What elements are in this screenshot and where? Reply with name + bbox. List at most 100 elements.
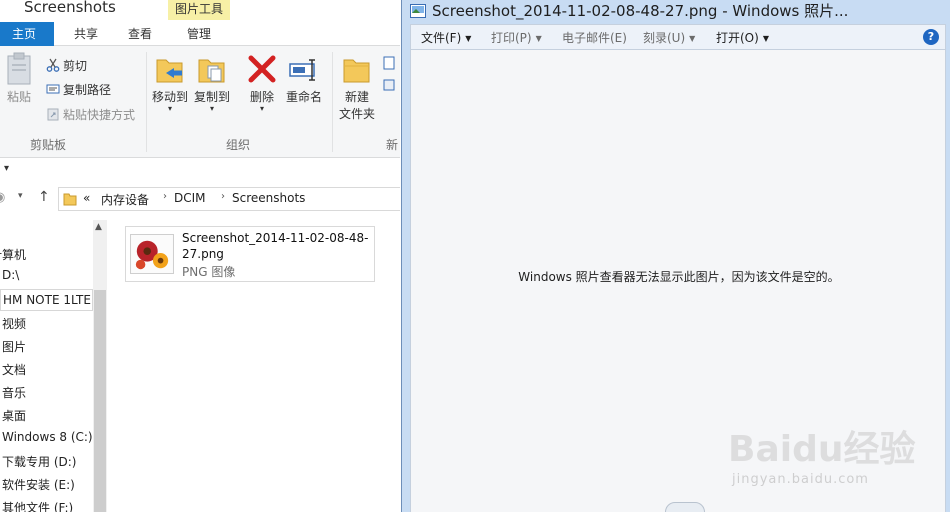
breadcrumb-separator-icon[interactable]: › xyxy=(163,191,167,202)
chevron-down-icon: ▼ xyxy=(689,34,696,43)
scrollbar-thumb[interactable] xyxy=(94,290,106,512)
copy-to-button[interactable]: 复制到 ▾ xyxy=(192,52,232,113)
move-to-button[interactable]: 移动到 ▾ xyxy=(150,52,190,113)
folder-icon xyxy=(63,193,77,206)
file-item[interactable]: Screenshot_2014-11-02-08-48-27.png PNG 图… xyxy=(125,226,375,282)
tab-manage[interactable]: 管理 xyxy=(168,22,230,46)
watermark-brand: Baidu经验 xyxy=(728,429,916,470)
rename-icon xyxy=(289,59,315,81)
nav-item-computer[interactable]: 计算机 xyxy=(0,246,26,263)
ribbon-divider xyxy=(332,52,333,152)
delete-button[interactable]: 删除 ▾ xyxy=(246,52,278,113)
clipboard-group-label: 剪贴板 xyxy=(30,138,67,152)
chevron-down-icon: ▼ xyxy=(762,34,769,43)
up-arrow-icon[interactable]: ↑ xyxy=(38,189,50,205)
nav-scrollbar[interactable]: ▲ xyxy=(93,220,107,512)
new-folder-button[interactable]: 新建 文件夹 xyxy=(336,52,378,122)
menu-print[interactable]: 打印(P) ▼ xyxy=(491,29,542,46)
copy-path-icon xyxy=(46,82,60,96)
menu-burn-label: 刻录(U) xyxy=(643,31,686,45)
cut-label: 剪切 xyxy=(63,59,88,73)
recent-dropdown-icon[interactable]: ▾ xyxy=(18,191,23,201)
nav-item-documents[interactable]: 文档 xyxy=(2,361,26,378)
menu-open[interactable]: 打开(O) ▼ xyxy=(716,29,769,46)
cut-button[interactable]: 剪切 xyxy=(46,56,87,76)
file-explorer-window: Screenshots 图片工具 主页 共享 查看 管理 粘贴 剪切 复制路径 xyxy=(0,0,400,512)
copy-to-folder-icon xyxy=(198,59,225,83)
new-item-button[interactable] xyxy=(382,54,399,74)
help-icon[interactable]: ? xyxy=(923,29,939,45)
chevron-down-icon: ▾ xyxy=(167,104,172,113)
paste-button[interactable]: 粘贴 xyxy=(4,52,34,105)
viewer-playback-control[interactable] xyxy=(665,502,705,512)
breadcrumb-memory-device[interactable]: 内存设备 xyxy=(101,191,149,208)
paste-label: 粘贴 xyxy=(6,90,31,104)
ribbon-expand-toggle[interactable]: ▾ xyxy=(0,160,400,180)
file-name: Screenshot_2014-11-02-08-48-27.png xyxy=(182,231,369,261)
chevron-down-icon: ▼ xyxy=(535,34,542,43)
chevron-down-icon: ▾ xyxy=(4,163,10,174)
copy-to-label: 复制到 xyxy=(193,90,230,104)
menu-open-label: 打开(O) xyxy=(716,31,759,45)
tab-home[interactable]: 主页 xyxy=(0,22,54,46)
copy-path-button[interactable]: 复制路径 xyxy=(46,80,111,100)
organize-group-label: 组织 xyxy=(226,138,251,152)
picture-tools-contextual-tab[interactable]: 图片工具 xyxy=(168,0,230,20)
nav-item-d-drive[interactable]: D:\ xyxy=(2,268,19,282)
copy-path-label: 复制路径 xyxy=(63,83,112,97)
move-to-label: 移动到 xyxy=(151,90,188,104)
nav-item-other-f[interactable]: 其他文件 (F:) xyxy=(2,499,73,512)
breadcrumb-dcim[interactable]: DCIM xyxy=(174,191,206,205)
viewer-title: Screenshot_2014-11-02-08-48-27.png - Win… xyxy=(432,2,849,20)
scroll-up-icon[interactable]: ▲ xyxy=(95,222,102,232)
viewer-error-message: Windows 照片查看器无法显示此图片，因为该文件是空的。 xyxy=(518,270,840,284)
menu-email-label: 电子邮件(E) xyxy=(562,31,627,45)
delete-label: 删除 xyxy=(249,90,274,104)
nav-item-hm-note[interactable]: HM NOTE 1LTE xyxy=(0,289,93,311)
easy-access-icon xyxy=(382,78,396,92)
new-group-label: 新 xyxy=(386,138,399,152)
ribbon: 粘贴 剪切 复制路径 粘贴快捷方式 剪贴板 移动到 ▾ 复制到 ▾ 删除 ▾ 重… xyxy=(0,46,400,158)
chevron-down-icon: ▾ xyxy=(209,104,214,113)
scissors-icon xyxy=(46,58,60,72)
menu-print-label: 打印(P) xyxy=(491,31,532,45)
nav-item-software-e[interactable]: 软件安装 (E:) xyxy=(2,476,75,493)
window-title: Screenshots xyxy=(24,0,116,16)
address-bar[interactable]: « 内存设备 › DCIM › Screenshots xyxy=(58,187,400,211)
nav-item-download-d[interactable]: 下载专用 (D:) xyxy=(2,453,76,470)
nav-item-windows-c[interactable]: Windows 8 (C:) xyxy=(2,430,93,444)
chevron-down-icon: ▼ xyxy=(465,34,472,43)
ribbon-tabs: 主页 共享 查看 管理 xyxy=(0,22,400,46)
address-row: ◉ ▾ ↑ « 内存设备 › DCIM › Screenshots xyxy=(0,186,400,212)
paste-shortcut-button[interactable]: 粘贴快捷方式 xyxy=(46,105,135,125)
chevron-down-icon: ▾ xyxy=(259,104,264,113)
nav-item-music[interactable]: 音乐 xyxy=(2,384,26,401)
nav-item-pictures[interactable]: 图片 xyxy=(2,338,26,355)
file-type: PNG 图像 xyxy=(182,265,236,279)
tab-share[interactable]: 共享 xyxy=(60,22,112,46)
menu-email[interactable]: 电子邮件(E) xyxy=(562,29,627,46)
breadcrumb-overflow[interactable]: « xyxy=(83,191,90,205)
new-folder-label-line2: 文件夹 xyxy=(338,107,375,121)
paste-shortcut-label: 粘贴快捷方式 xyxy=(63,108,136,122)
nav-item-desktop[interactable]: 桌面 xyxy=(2,407,26,424)
rename-label: 重命名 xyxy=(285,90,322,104)
ribbon-divider xyxy=(146,52,147,152)
baidu-watermark: Baidu经验 jingyan.baidu.com xyxy=(728,420,938,504)
image-thumbnail xyxy=(130,234,174,274)
menu-file[interactable]: 文件(F) ▼ xyxy=(421,29,471,46)
new-item-icon xyxy=(382,56,396,70)
nav-item-videos[interactable]: 视频 xyxy=(2,315,26,332)
navigation-pane: 计算机 D:\ HM NOTE 1LTE 视频 图片 文档 音乐 桌面 Wind… xyxy=(0,220,93,512)
back-arrow-icon[interactable]: ◉ xyxy=(0,190,5,205)
move-to-folder-icon xyxy=(156,59,183,83)
breadcrumb-separator-icon[interactable]: › xyxy=(221,191,225,202)
viewer-titlebar: Screenshot_2014-11-02-08-48-27.png - Win… xyxy=(402,0,950,22)
menu-burn[interactable]: 刻录(U) ▼ xyxy=(643,29,695,46)
new-folder-label-line1: 新建 xyxy=(344,90,369,104)
rename-button[interactable]: 重命名 xyxy=(284,52,324,105)
breadcrumb-screenshots[interactable]: Screenshots xyxy=(232,191,305,205)
delete-x-icon xyxy=(248,55,276,83)
tab-view[interactable]: 查看 xyxy=(114,22,166,46)
easy-access-button[interactable] xyxy=(382,76,399,96)
